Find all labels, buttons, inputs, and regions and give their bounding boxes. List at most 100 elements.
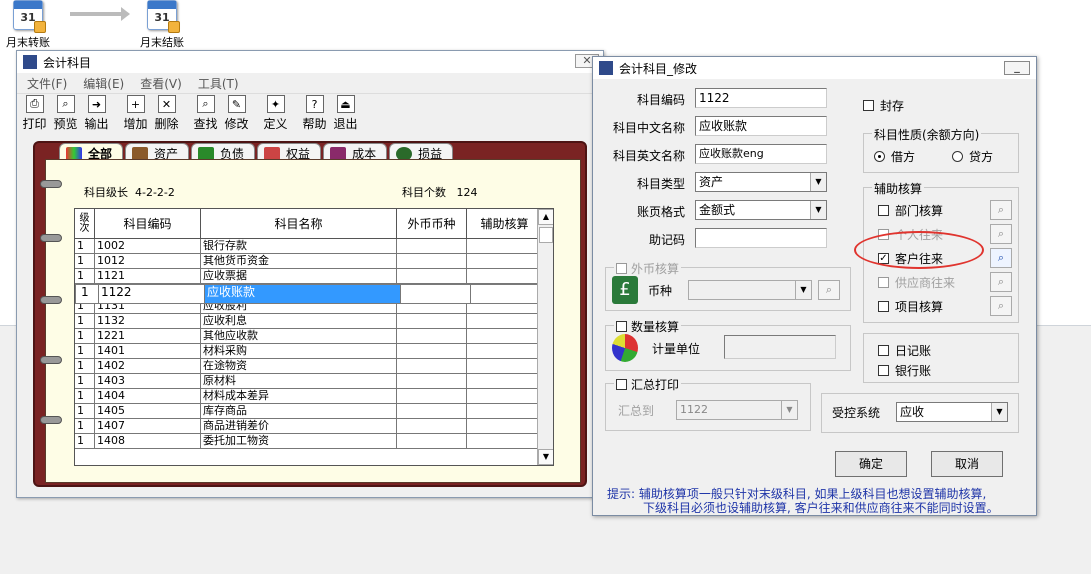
menu-tools[interactable]: 工具(T) (198, 75, 239, 92)
unit-input[interactable] (724, 335, 836, 359)
cn-name-input[interactable]: 应收账款 (695, 116, 827, 136)
table-cell: 材料采购 (201, 344, 397, 358)
checkbox-icon (878, 205, 889, 216)
help-button[interactable]: ? 帮助 (300, 95, 329, 132)
search-icon[interactable]: ⌕ (990, 224, 1012, 244)
table-cell (397, 434, 467, 448)
table-row[interactable]: 1 1012 其他货币资金 (75, 254, 553, 269)
search-icon[interactable]: ⌕ (818, 280, 840, 300)
qty-group-caption[interactable]: 数量核算 (614, 318, 682, 335)
search-icon[interactable]: ⌕ (990, 272, 1012, 292)
print-button[interactable]: ⎙ 打印 (20, 95, 49, 132)
table-row[interactable]: 1 1221 其他应收款 (75, 329, 553, 344)
aux-department-checkbox[interactable]: 部门核算 (878, 202, 943, 219)
search-icon[interactable]: ⌕ (990, 296, 1012, 316)
pound-icon: £ (612, 276, 638, 304)
table-row[interactable]: 1 1403 原材料 (75, 374, 553, 389)
dialog-title-bar: 会计科目_修改 (593, 57, 1036, 79)
bank-checkbox[interactable]: 银行账 (878, 362, 931, 379)
fx-group: 外币核算 £ 币种 ▼ ⌕ (605, 260, 851, 311)
table-row[interactable]: 1 1404 材料成本差异 (75, 389, 553, 404)
search-icon[interactable]: ⌕ (990, 200, 1012, 220)
table-cell (397, 374, 467, 388)
journal-checkbox[interactable]: 日记账 (878, 342, 931, 359)
summary-group-caption[interactable]: 汇总打印 (614, 376, 682, 393)
code-input[interactable]: 1122 (695, 88, 827, 108)
preview-button[interactable]: ⌕ 预览 (51, 95, 80, 132)
table-cell (397, 344, 467, 358)
table-cell: 1 (75, 344, 95, 358)
table-row[interactable]: 1 1405 库存商品 (75, 404, 553, 419)
calendar-icon: 31 (147, 0, 180, 33)
fx-group-caption[interactable]: 外币核算 (614, 260, 682, 277)
chevron-down-icon[interactable]: ▼ (795, 281, 811, 299)
export-button[interactable]: ➜ 输出 (82, 95, 111, 132)
table-cell (397, 329, 467, 343)
format-select[interactable]: 金额式 ▼ (695, 200, 827, 220)
delete-button[interactable]: ✕ 删除 (152, 95, 181, 132)
credit-radio[interactable]: 贷方 (952, 148, 993, 165)
table-row[interactable]: 1 1002 银行存款 (75, 239, 553, 254)
table-header: 级次 科目编码 科目名称 外币币种 辅助核算 (75, 209, 553, 239)
control-select[interactable]: 应收 ▼ (896, 402, 1008, 422)
search-icon[interactable]: ⌕ (990, 248, 1012, 268)
scroll-thumb[interactable] (539, 227, 553, 243)
add-button[interactable]: + 增加 (121, 95, 150, 132)
menu-edit[interactable]: 编辑(E) (83, 75, 124, 92)
column-header[interactable]: 级次 (75, 209, 95, 238)
table-cell: 商品进销差价 (201, 419, 397, 433)
chevron-down-icon[interactable]: ▼ (991, 403, 1007, 421)
cancel-button[interactable]: 取消 (931, 451, 1003, 477)
table-cell (467, 269, 543, 283)
table-row[interactable]: 1 1402 在途物资 (75, 359, 553, 374)
column-header[interactable]: 外币币种 (397, 209, 467, 238)
scroll-down-icon[interactable]: ▼ (538, 449, 553, 465)
table-row[interactable]: 1 1408 委托加工物资 (75, 434, 553, 449)
aux-supplier-checkbox[interactable]: 供应商往来 (878, 274, 955, 291)
find-button[interactable]: ⌕ 查找 (191, 95, 220, 132)
menu-view[interactable]: 查看(V) (140, 75, 182, 92)
exit-button[interactable]: ⏏ 退出 (331, 95, 360, 132)
define-button[interactable]: ✦ 定义 (261, 95, 290, 132)
vertical-scrollbar[interactable]: ▲ ▼ (537, 209, 553, 465)
table-row[interactable]: 1 1122 应收账款 (75, 284, 548, 304)
scroll-up-icon[interactable]: ▲ (538, 209, 553, 225)
minimize-button[interactable]: _ (1004, 61, 1030, 75)
ok-button[interactable]: 确定 (835, 451, 907, 477)
memo-input[interactable] (695, 228, 827, 248)
seal-checkbox[interactable]: 封存 (863, 97, 904, 114)
checkbox-icon (616, 263, 627, 274)
desktop-icon-month-end-close[interactable]: 31 月末结账 (136, 0, 188, 50)
dialog-title: 会计科目_修改 (619, 61, 698, 76)
type-select[interactable]: 资产 ▼ (695, 172, 827, 192)
debit-radio[interactable]: 借方 (874, 148, 915, 165)
table-cell: 1 (75, 404, 95, 418)
menu-file[interactable]: 文件(F) (27, 75, 67, 92)
table-row[interactable]: 1 1401 材料采购 (75, 344, 553, 359)
column-header[interactable]: 科目名称 (201, 209, 397, 238)
aux-project-checkbox[interactable]: 项目核算 (878, 298, 943, 315)
table-cell: 1403 (95, 374, 201, 388)
edit-dialog: 会计科目_修改 _ 科目编码 1122 科目中文名称 应收账款 科目英文名称 应… (592, 56, 1037, 516)
printer-icon: ⎙ (25, 95, 44, 113)
table-row[interactable]: 1 1121 应收票据 (75, 269, 553, 284)
desktop-icon-month-end-transfer[interactable]: 31 月末转账 (4, 0, 52, 50)
table-row[interactable]: 1 1407 商品进销差价 (75, 419, 553, 434)
table-cell (397, 269, 467, 283)
modify-button[interactable]: ✎ 修改 (222, 95, 251, 132)
table-cell: 1 (75, 434, 95, 448)
column-header[interactable]: 科目编码 (95, 209, 201, 238)
ring-icon (40, 296, 62, 304)
table-cell (397, 254, 467, 268)
table-cell (397, 389, 467, 403)
table-row[interactable]: 1 1132 应收利息 (75, 314, 553, 329)
currency-select[interactable]: ▼ (688, 280, 812, 300)
calendar-icon: 31 (13, 0, 46, 33)
chevron-down-icon[interactable]: ▼ (810, 201, 826, 219)
chevron-down-icon[interactable]: ▼ (781, 401, 797, 419)
column-header[interactable]: 辅助核算 (467, 209, 543, 238)
summary-to-select[interactable]: 1122 ▼ (676, 400, 798, 420)
en-name-input[interactable]: 应收账款eng (695, 144, 827, 164)
chevron-down-icon[interactable]: ▼ (810, 173, 826, 191)
checkbox-icon (616, 321, 627, 332)
